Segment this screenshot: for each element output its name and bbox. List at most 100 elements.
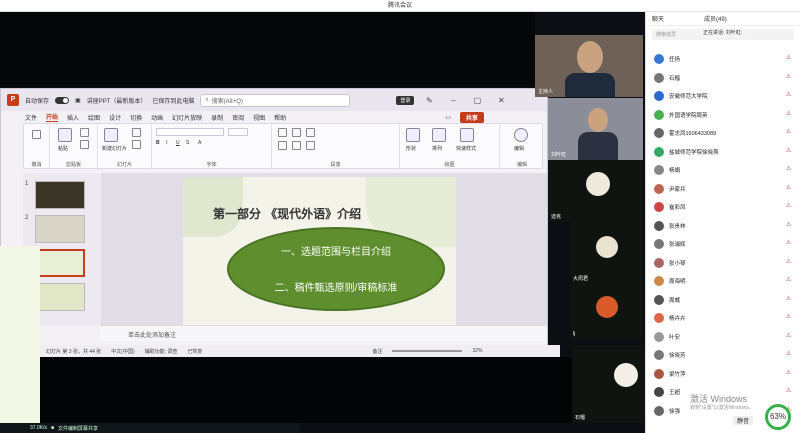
member-row[interactable]: 霍志凤1606433089 [654,126,716,140]
mic-muted-icon[interactable]: ⚠ [786,54,791,61]
slide-thumbnail-2[interactable] [35,215,85,243]
align-left-icon[interactable] [278,141,287,150]
login-button[interactable]: 登录 [396,95,415,105]
copy-icon[interactable] [80,140,89,149]
member-row[interactable]: 叶安 [654,330,680,344]
zoom-level[interactable]: 32% [472,348,482,354]
video-tile-host[interactable]: 主持人 [535,35,643,97]
mic-muted-icon[interactable]: ⚠ [786,332,791,339]
member-row[interactable]: 张小琴 [654,256,686,270]
member-row[interactable]: 王超 [654,385,680,399]
menu-transitions[interactable]: 切换 [130,113,142,122]
mic-muted-icon[interactable]: ⚠ [786,258,791,265]
mic-muted-icon[interactable]: ⚠ [786,239,791,246]
member-row[interactable]: 梁竹萍 [654,367,686,381]
slide-thumbnail-1[interactable] [35,181,85,209]
maximize-icon[interactable]: ▢ [468,96,486,105]
member-row[interactable]: 徐晓芳 [654,348,686,362]
close-icon[interactable]: ✕ [492,96,510,105]
font-family-select[interactable] [156,128,224,136]
member-row[interactable]: 崔彩凤 [654,200,686,214]
mic-muted-icon[interactable]: ⚠ [786,165,791,172]
mute-button[interactable]: 静音 [733,416,754,425]
layout-icon[interactable] [132,128,141,137]
menu-home[interactable]: 开始 [46,112,59,122]
italic-icon[interactable]: I [166,140,167,146]
member-row[interactable]: 杨卉卉 [654,311,686,325]
menu-design[interactable]: 设计 [109,113,121,122]
menu-animations[interactable]: 动画 [151,113,163,122]
bullets-icon[interactable] [278,128,287,137]
video-tile-3[interactable]: 迪克 [548,160,643,222]
bold-icon[interactable]: B [156,140,160,146]
quick-styles-icon[interactable] [460,128,474,142]
undo-icon[interactable] [32,130,41,139]
pen-icon[interactable]: ✎ [420,96,438,105]
member-row[interactable]: 任扬 [654,52,680,66]
mic-muted-icon[interactable]: ⚠ [786,369,791,376]
member-row[interactable]: 张浦辉 [654,237,686,251]
underline-icon[interactable]: U [176,140,180,146]
indent-icon[interactable] [306,128,315,137]
numbering-icon[interactable] [292,128,301,137]
mic-muted-icon[interactable]: ⚠ [786,221,791,228]
minimize-icon[interactable]: – [444,96,462,105]
member-row[interactable]: 安徽师范大学院 [654,89,708,103]
member-row[interactable]: 石榴 [654,71,680,85]
mic-muted-icon[interactable]: ⚠ [786,73,791,80]
notes-input[interactable]: 单击此处添加备注 [100,325,546,341]
menu-insert[interactable]: 插入 [67,113,79,122]
slide-thumbnail-4[interactable] [35,283,85,311]
language-status[interactable]: 中文(中国) [111,348,134,355]
zoom-slider[interactable] [392,350,463,352]
save-icon[interactable]: ▣ [75,97,81,104]
video-tile-4[interactable]: 大周君 [570,222,643,284]
member-row[interactable]: 尹家兵 [654,182,686,196]
sharing-text[interactable]: 文件编制屏幕共享 [58,425,98,432]
member-row[interactable]: 杨娟 [654,163,680,177]
find-icon[interactable] [514,128,528,142]
member-row[interactable]: 张贵林 [654,219,686,233]
menu-record[interactable]: 录制 [211,113,223,122]
menu-help[interactable]: 帮助 [274,113,286,122]
mic-muted-icon[interactable]: ⚠ [786,295,791,302]
shapes-icon[interactable] [406,128,420,142]
menu-view[interactable]: 视图 [253,113,265,122]
comment-icon[interactable]: ▭ [445,114,451,121]
member-row[interactable]: 外国语学院周英 [654,108,708,122]
tab-chat[interactable]: 聊天 [652,14,664,23]
mic-muted-icon[interactable]: ⚠ [786,110,791,117]
video-tile-speaker[interactable]: 刘叶虹 [548,98,643,160]
align-right-icon[interactable] [306,141,315,150]
new-slide-icon[interactable] [104,128,118,142]
mic-muted-icon[interactable]: ⚠ [786,128,791,135]
mic-muted-icon[interactable]: ⚠ [786,350,791,357]
ppt-search-box[interactable]: ⌕ 搜索(Alt+Q) [200,93,351,107]
mic-muted-icon[interactable]: ⚠ [786,276,791,283]
accessibility-status[interactable]: 辅助功能: 调查 [145,348,178,355]
reset-icon[interactable] [132,140,141,149]
cut-icon[interactable] [80,128,89,137]
video-tile-5[interactable]: lj [570,284,643,339]
current-slide[interactable]: 第一部分 《现代外语》介绍 一、选题范围与栏目介绍 二、稿件甄选原则/审稿标准 [183,177,456,330]
member-row[interactable]: 周威 [654,293,680,307]
menu-review[interactable]: 审阅 [232,113,244,122]
slide-thumbnail-3[interactable] [35,249,85,277]
shadow-icon[interactable]: S [186,140,189,146]
arrange-icon[interactable] [432,128,446,142]
tab-members[interactable]: 成员(49) [704,14,727,23]
mic-muted-icon[interactable]: ⚠ [786,202,791,209]
menu-slideshow[interactable]: 幻灯片放映 [172,113,202,122]
share-button[interactable]: 共享 [459,111,484,123]
font-size-select[interactable] [228,128,248,136]
mic-muted-icon[interactable]: ⚠ [786,313,791,320]
notes-button[interactable]: 备注 [372,348,382,355]
mic-muted-icon[interactable]: ⚠ [786,91,791,98]
autosave-toggle[interactable] [55,96,70,104]
member-row[interactable]: 周海明 [654,274,686,288]
menu-draw[interactable]: 绘图 [88,113,100,122]
member-row[interactable]: 盐城师范学院徐晓燕 [654,145,719,159]
mic-muted-icon[interactable]: ⚠ [786,147,791,154]
menu-file[interactable]: 文件 [25,113,37,122]
mic-muted-icon[interactable]: ⚠ [786,387,791,394]
